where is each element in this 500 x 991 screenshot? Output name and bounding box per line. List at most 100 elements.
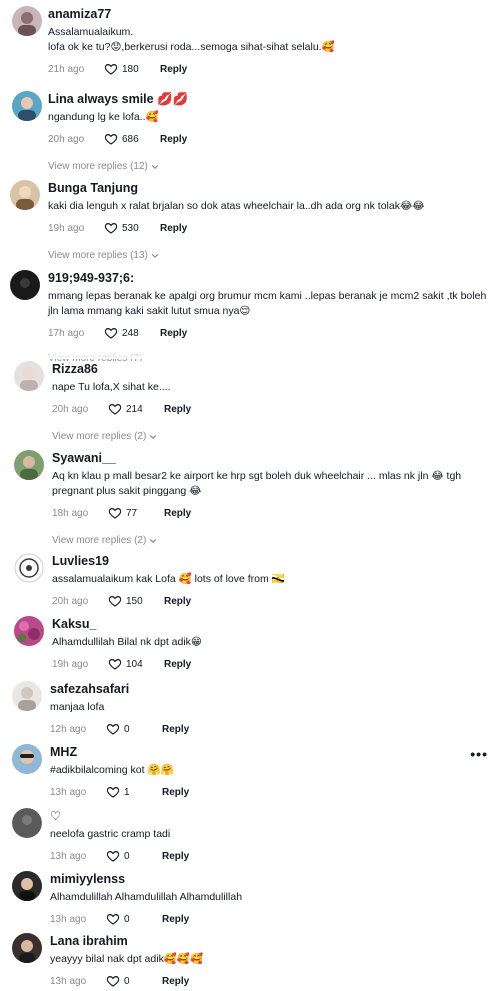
reply-button[interactable]: Reply (160, 223, 187, 234)
chevron-down-icon (150, 538, 157, 543)
comment-text: yeayyy bilal nak dpt adik🥰🥰🥰 (50, 953, 204, 965)
comment-time: 13h ago (50, 975, 87, 987)
comment-time: 17h ago (48, 327, 85, 339)
heart-icon[interactable] (106, 849, 120, 863)
comment-time: 20h ago (48, 133, 85, 145)
reply-button[interactable]: Reply (162, 724, 189, 735)
reply-button[interactable]: Reply (160, 328, 187, 339)
heart-icon[interactable] (106, 912, 120, 926)
comment-username[interactable]: Lina always smile 💋💋 (48, 91, 492, 108)
comment-time: 19h ago (52, 658, 89, 670)
comment-time: 12h ago (50, 723, 87, 735)
view-more-replies[interactable]: View more replies (13) (48, 250, 492, 261)
comment-time: 21h ago (48, 63, 85, 75)
avatar[interactable] (12, 933, 42, 963)
heart-icon[interactable] (104, 221, 118, 235)
chevron-down-icon (151, 164, 159, 169)
more-options-icon[interactable]: ••• (470, 746, 488, 762)
comment-text: #adikbilalcoming kot 🤗🤗 (50, 764, 174, 776)
like-count: 214 (126, 403, 143, 415)
comment-time: 13h ago (50, 786, 87, 798)
comment-time: 13h ago (50, 850, 87, 862)
comment-time: 19h ago (48, 222, 85, 234)
avatar[interactable] (14, 450, 44, 480)
comment-text: ngandung lg ke lofa..🥰 (48, 111, 159, 123)
comment-username[interactable]: Lana ibrahim (50, 933, 492, 950)
view-more-label: View more replies (2) (52, 431, 147, 442)
heart-icon[interactable] (108, 657, 122, 671)
reply-button[interactable]: Reply (164, 596, 191, 607)
heart-icon[interactable] (108, 402, 122, 416)
avatar[interactable] (14, 616, 44, 646)
reply-button[interactable]: Reply (160, 134, 187, 145)
comment-text: assalamualaikum kak Lofa 🥰 lots of love … (52, 573, 285, 585)
view-more-replies[interactable]: View more replies (2) (52, 431, 492, 442)
chevron-down-icon (151, 253, 159, 258)
reply-button[interactable]: Reply (164, 508, 191, 519)
reply-button[interactable]: Reply (162, 851, 189, 862)
view-more-replies[interactable]: View more replies (12) (48, 161, 492, 172)
comment-username[interactable]: 919;949-937;6: (48, 270, 492, 287)
comment-time: 20h ago (52, 403, 89, 415)
heart-icon[interactable] (104, 62, 118, 76)
comment-username[interactable]: Rizza86 (52, 361, 492, 378)
comment-username[interactable]: ♡ (50, 808, 492, 825)
comment-time: 18h ago (52, 507, 89, 519)
comment-text: Assalamualaikum. lofa ok ke tu?😟,berkeru… (48, 26, 335, 53)
heart-icon[interactable] (106, 974, 120, 988)
fade-overlay (0, 349, 500, 359)
comment-text: kaki dia lenguh x ralat brjalan so dok a… (48, 200, 425, 212)
reply-button[interactable]: Reply (162, 976, 189, 987)
like-count: 0 (124, 850, 130, 862)
avatar[interactable] (12, 91, 42, 121)
comment-username[interactable]: mimiyylenss (50, 871, 492, 888)
comment-text: Aq kn klau p mall besar2 ke airport ke h… (52, 470, 465, 497)
comment-text: Alhamdulillah Alhamdulillah Alhamdulilla… (50, 891, 243, 903)
avatar[interactable] (12, 744, 42, 774)
comment-time: 20h ago (52, 595, 89, 607)
comment-text: nape Tu lofa,X sihat ke.... (52, 381, 171, 393)
comment-username[interactable]: Syawani__ (52, 450, 492, 467)
heart-icon[interactable] (104, 132, 118, 146)
reply-button[interactable]: Reply (164, 659, 191, 670)
avatar[interactable] (14, 553, 44, 583)
comment-username[interactable]: Luvlies19 (52, 553, 492, 570)
avatar[interactable] (12, 808, 42, 838)
comment-username[interactable]: safezahsafari (50, 681, 492, 698)
view-more-label: View more replies (12) (48, 161, 148, 172)
like-count: 686 (122, 133, 139, 145)
like-count: 0 (124, 913, 130, 925)
view-more-replies[interactable]: View more replies (2) (52, 535, 492, 546)
avatar[interactable] (14, 361, 44, 391)
reply-button[interactable]: Reply (164, 404, 191, 415)
avatar[interactable] (12, 681, 42, 711)
like-count: 180 (122, 63, 139, 75)
heart-icon[interactable] (108, 594, 122, 608)
reply-button[interactable]: Reply (162, 787, 189, 798)
comment-username[interactable]: Kaksu_ (52, 616, 492, 633)
like-count: 1 (124, 786, 130, 798)
heart-icon[interactable] (106, 722, 120, 736)
reply-button[interactable]: Reply (162, 914, 189, 925)
like-count: 0 (124, 975, 130, 987)
chevron-down-icon (150, 434, 157, 439)
heart-icon[interactable] (106, 785, 120, 799)
comment-username[interactable]: anamiza77 (48, 6, 492, 23)
comment-username[interactable]: Bunga Tanjung (48, 180, 492, 197)
avatar[interactable] (12, 871, 42, 901)
comment-text: neelofa gastric cramp tadi (50, 828, 171, 840)
heart-icon[interactable] (108, 506, 122, 520)
comment-username[interactable]: MHZ (50, 744, 492, 761)
view-more-label: View more replies (13) (48, 250, 148, 261)
avatar[interactable] (10, 180, 40, 210)
like-count: 248 (122, 327, 139, 339)
avatar[interactable] (10, 270, 40, 300)
avatar[interactable] (12, 6, 42, 36)
like-count: 530 (122, 222, 139, 234)
comment-time: 13h ago (50, 913, 87, 925)
reply-button[interactable]: Reply (160, 64, 187, 75)
like-count: 150 (126, 595, 143, 607)
view-more-label: View more replies (2) (52, 535, 147, 546)
comment-text: mmang lepas beranak ke apalgi org brumur… (48, 290, 490, 317)
heart-icon[interactable] (104, 326, 118, 340)
